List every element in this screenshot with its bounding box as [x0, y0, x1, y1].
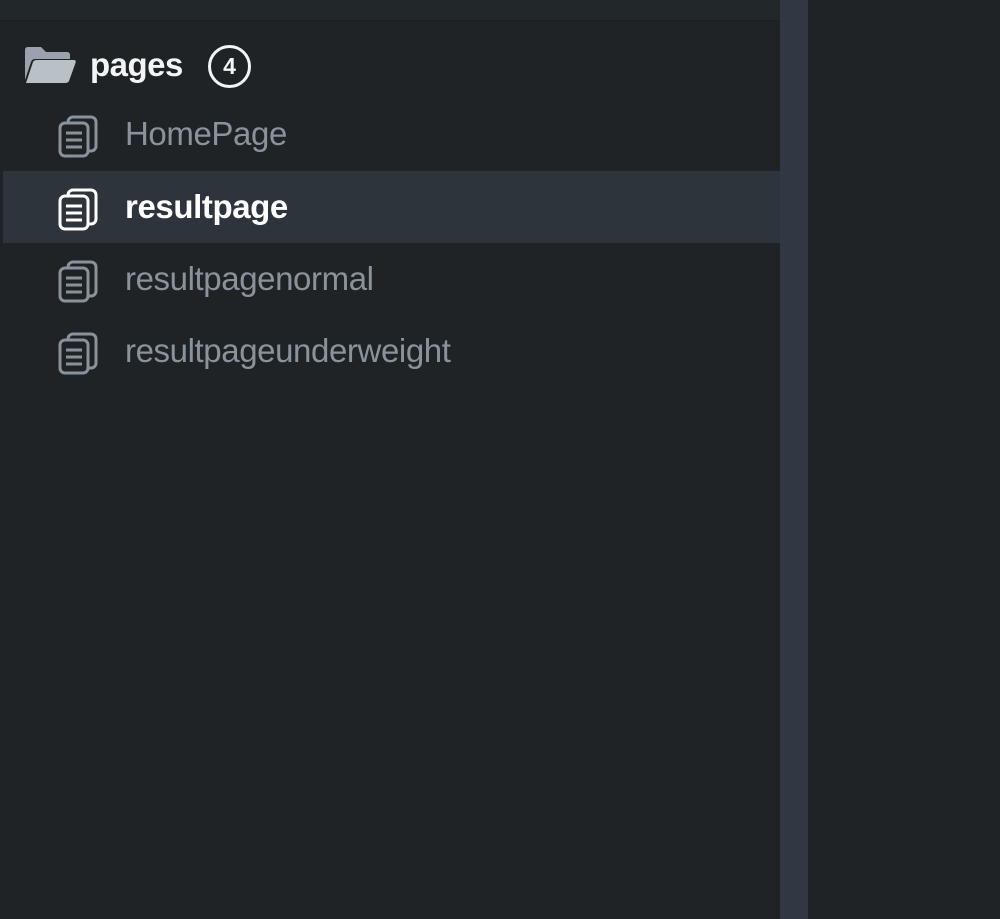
file-row-resultpage[interactable]: resultpage: [3, 171, 780, 243]
folder-label: pages: [90, 46, 183, 83]
pages-file-icon: [58, 188, 98, 231]
file-row-resultpageunderweight[interactable]: resultpageunderweight: [3, 315, 780, 387]
file-label: HomePage: [125, 115, 287, 152]
file-row-resultpagenormal[interactable]: resultpagenormal: [3, 243, 780, 315]
file-label: resultpageunderweight: [125, 332, 451, 369]
folder-row-pages[interactable]: pages 4: [0, 30, 780, 98]
file-label: resultpage: [125, 188, 288, 225]
folder-open-icon: [25, 47, 76, 83]
panel-header-strip: [0, 0, 780, 21]
file-row-homepage[interactable]: HomePage: [3, 98, 780, 170]
panel-splitter[interactable]: [780, 0, 808, 919]
editor-pane: [808, 0, 1000, 919]
pages-file-icon: [58, 332, 98, 375]
pages-file-icon: [58, 115, 98, 158]
file-explorer-panel: pages 4 HomePage resultpage resultpageno…: [0, 0, 780, 919]
file-count-badge: 4: [208, 45, 251, 88]
screen: pages 4 HomePage resultpage resultpageno…: [0, 0, 1000, 919]
pages-file-icon: [58, 260, 98, 303]
file-label: resultpagenormal: [125, 260, 374, 297]
